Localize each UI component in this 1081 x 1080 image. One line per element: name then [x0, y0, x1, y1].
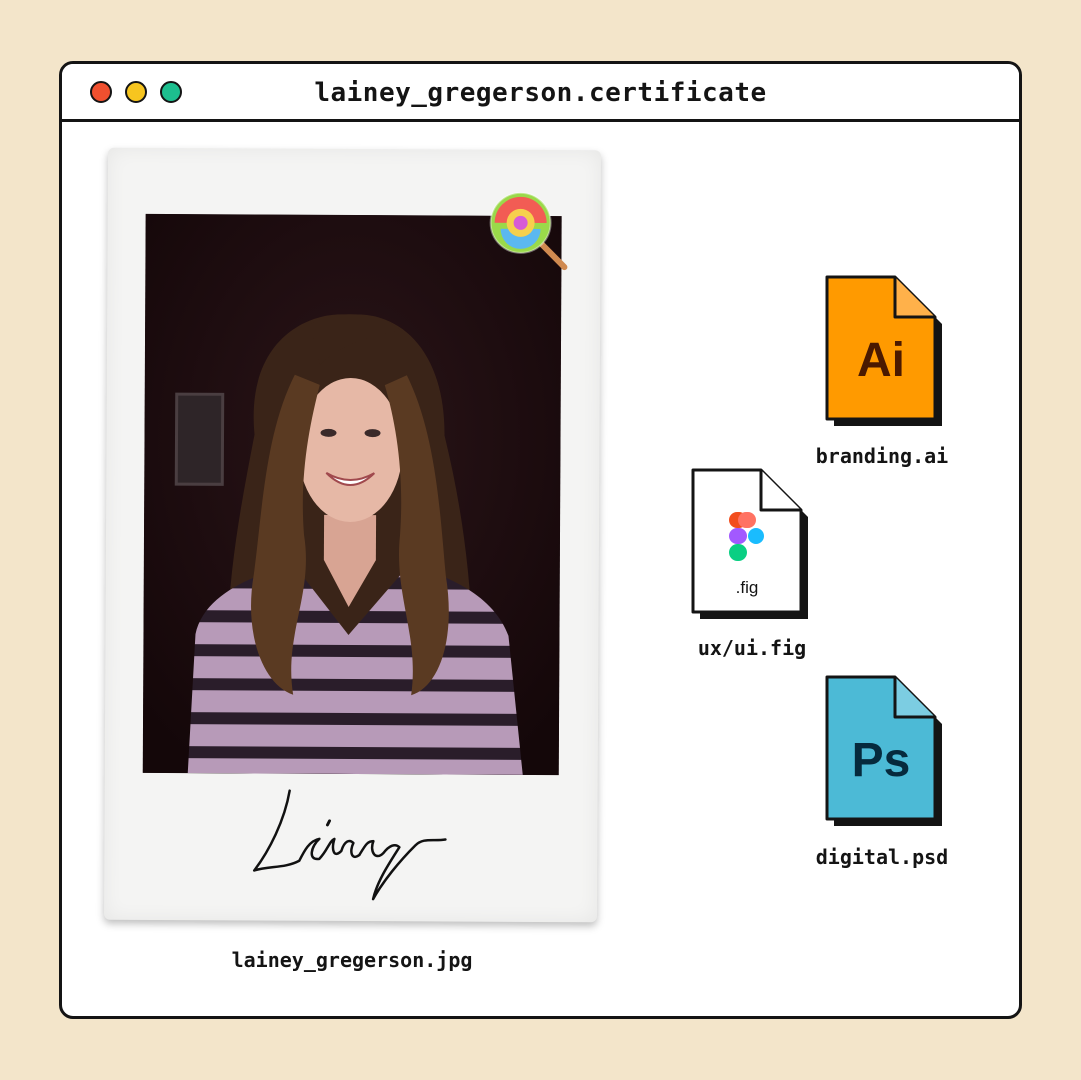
portrait-illustration [142, 213, 562, 776]
photoshop-file-icon[interactable]: Ps [824, 674, 946, 830]
illustrator-file-icon[interactable]: Ai [824, 274, 946, 430]
polaroid-photo[interactable] [103, 147, 602, 923]
signature [252, 789, 447, 901]
portrait-photo [142, 213, 562, 776]
file-ps-label: Ps [852, 734, 911, 787]
file-ps-name: digital.psd [815, 845, 949, 869]
file-ai-name: branding.ai [815, 444, 949, 468]
title-bar: lainey_gregerson.certificate [62, 64, 1019, 122]
file-fig-name: ux/ui.fig [697, 636, 807, 660]
lollipop-icon [489, 191, 568, 271]
file-ai-label: Ai [857, 334, 905, 387]
figma-file-icon[interactable]: .fig [690, 467, 812, 623]
file-fig-label: .fig [736, 578, 759, 597]
certificate-window: lainey_gregerson.certificate lainey_greg… [59, 61, 1022, 1019]
window-title: lainey_gregerson.certificate [314, 78, 767, 108]
photo-filename: lainey_gregerson.jpg [231, 948, 473, 972]
